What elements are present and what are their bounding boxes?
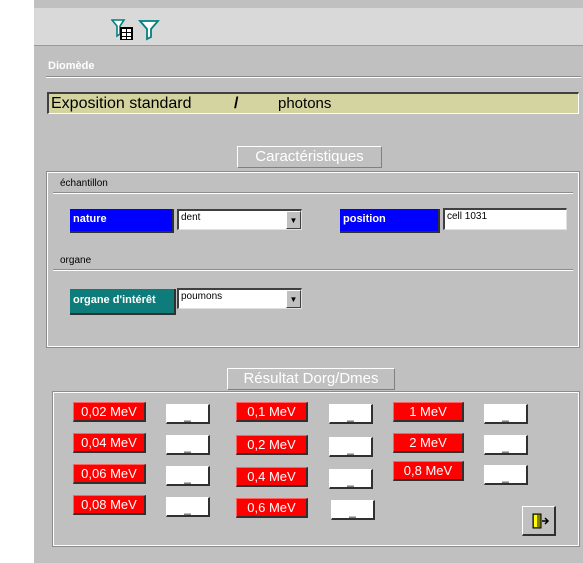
result-value: _ <box>166 435 210 455</box>
organe-divider <box>53 269 573 271</box>
resultat-title: Résultat Dorg/Dmes <box>227 368 395 390</box>
energy-label: 0,6 MeV <box>236 498 308 518</box>
nature-label: nature <box>70 209 174 233</box>
nature-select[interactable]: dent ▼ <box>177 209 302 230</box>
toolbar <box>34 8 583 46</box>
result-value: _ <box>484 465 528 485</box>
position-input[interactable]: cell 1031 <box>443 208 567 230</box>
position-value: cell 1031 <box>447 211 488 222</box>
energy-label: 0,2 MeV <box>236 435 308 455</box>
exit-button[interactable] <box>522 506 556 536</box>
energy-label: 2 MeV <box>393 433 464 453</box>
nature-value: dent <box>181 212 201 223</box>
exposition-separator: / <box>234 95 239 112</box>
organe-value: poumons <box>181 291 223 302</box>
chevron-down-icon[interactable]: ▼ <box>286 211 301 229</box>
echantillon-divider <box>53 192 573 194</box>
result-value: _ <box>331 500 375 520</box>
exposition-bar: Exposition standard / photons <box>47 92 579 114</box>
energy-label: 0,04 MeV <box>73 433 146 453</box>
echantillon-label: échantillon <box>60 178 108 189</box>
caracteristiques-title: Caractéristiques <box>237 146 382 168</box>
chevron-down-icon[interactable]: ▼ <box>286 290 301 308</box>
organe-label: organe <box>60 255 92 266</box>
result-value: _ <box>484 435 528 455</box>
exit-door-icon <box>532 513 550 529</box>
energy-label: 0,06 MeV <box>73 464 146 484</box>
organe-interet-label: organe d'intérêt <box>70 289 176 315</box>
exposition-particle: photons <box>278 95 332 112</box>
app-title: Diomède <box>48 60 95 72</box>
result-value: _ <box>166 497 210 517</box>
energy-label: 0,4 MeV <box>236 467 308 487</box>
main-window: Diomède Exposition standard / photons Ca… <box>34 0 583 563</box>
energy-label: 0,8 MeV <box>393 461 464 481</box>
organe-select[interactable]: poumons ▼ <box>177 288 302 309</box>
result-value: _ <box>166 466 210 486</box>
caracteristiques-frame: échantillon nature dent ▼ position cell … <box>46 171 580 348</box>
table-filter-icon[interactable] <box>110 18 135 42</box>
result-value: _ <box>329 437 373 457</box>
energy-label: 0,02 MeV <box>73 402 146 422</box>
exposition-label: Exposition standard <box>51 95 192 112</box>
position-label: position <box>340 209 440 233</box>
resultat-frame: 0,02 MeV _ 0,04 MeV _ 0,06 MeV _ 0,08 Me… <box>52 391 580 547</box>
title-divider <box>46 76 581 78</box>
filter-icon[interactable] <box>138 18 162 42</box>
result-value: _ <box>329 469 373 489</box>
energy-label: 0,1 MeV <box>236 402 308 422</box>
result-value: _ <box>484 404 528 424</box>
result-value: _ <box>329 404 373 424</box>
result-value: _ <box>166 404 210 424</box>
energy-label: 1 MeV <box>393 402 464 422</box>
energy-label: 0,08 MeV <box>73 495 146 515</box>
